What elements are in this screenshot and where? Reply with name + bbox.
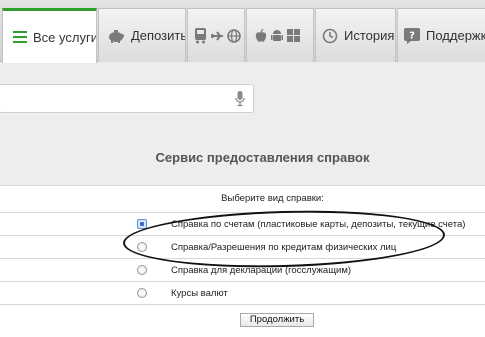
certificate-form: Выберите вид справки: Справка по счетам …: [0, 185, 485, 337]
bus-icon: [194, 27, 207, 44]
help-icon: ?: [404, 27, 420, 44]
option-row[interactable]: Справка по счетам (пластиковые карты, де…: [0, 212, 485, 235]
globe-icon: [227, 28, 241, 43]
radio-button[interactable]: [137, 219, 147, 229]
option-row[interactable]: Справка для декларации (госслужащим): [0, 258, 485, 281]
page-title: Сервис предоставления справок: [155, 150, 370, 165]
option-label: Справка для декларации (госслужащим): [171, 265, 352, 276]
radio-button[interactable]: [137, 242, 147, 252]
option-label: Справка/Разрешения по кредитам физически…: [171, 242, 397, 253]
tab-support[interactable]: ? Поддержка: [397, 8, 485, 62]
android-icon: [271, 29, 283, 43]
tab-history[interactable]: История: [315, 8, 396, 62]
tab-label: История: [344, 28, 395, 43]
plane-icon: [210, 29, 224, 43]
option-label: Курсы валют: [171, 288, 228, 299]
history-icon: [322, 28, 338, 44]
svg-text:?: ?: [409, 30, 415, 41]
form-header: Выберите вид справки:: [221, 193, 324, 204]
microphone-icon[interactable]: [235, 91, 245, 112]
tab-label: Депозиты: [131, 28, 186, 43]
tab-label: Поддержка: [426, 28, 485, 43]
radio-button[interactable]: [137, 288, 147, 298]
continue-button[interactable]: Продолжить: [240, 313, 314, 327]
radio-button[interactable]: [137, 265, 147, 275]
list-icon: [13, 31, 27, 43]
tab-platforms[interactable]: [246, 8, 314, 62]
option-row[interactable]: Курсы валют: [0, 281, 485, 304]
tab-bar: Все услуги Депозиты История ? Поддерж: [0, 0, 485, 63]
tab-deposits[interactable]: Депозиты: [98, 8, 186, 62]
option-label: Справка по счетам (пластиковые карты, де…: [171, 219, 466, 230]
option-row[interactable]: Справка/Разрешения по кредитам физически…: [0, 235, 485, 258]
search-input[interactable]: [0, 84, 254, 113]
tab-all-services[interactable]: Все услуги: [2, 8, 97, 63]
apple-icon: [255, 28, 267, 43]
windows-icon: [287, 29, 300, 42]
piggy-bank-icon: [107, 29, 125, 43]
form-actions: Продолжить: [0, 304, 485, 337]
tab-transport[interactable]: [187, 8, 245, 62]
tab-label: Все услуги: [33, 29, 97, 45]
